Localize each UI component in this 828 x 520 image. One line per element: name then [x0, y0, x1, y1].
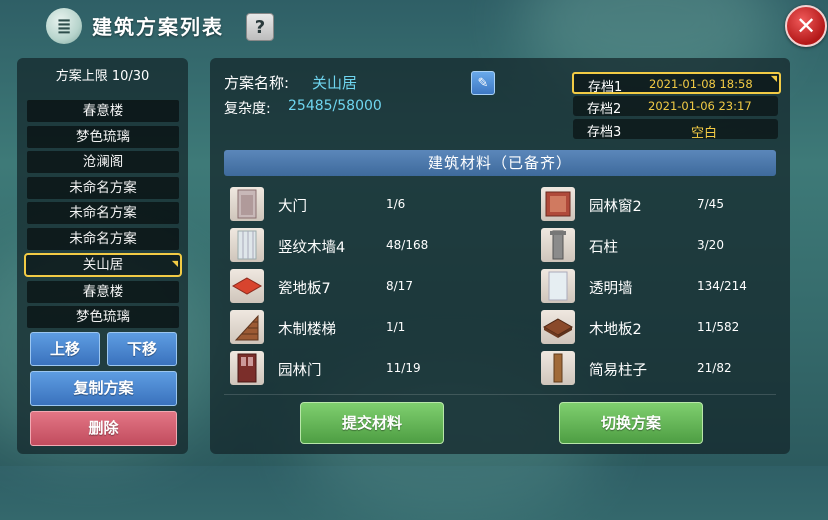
building-logo-icon: ≣ — [46, 8, 82, 44]
close-button[interactable]: ✕ — [785, 5, 827, 47]
glass-wall-icon — [541, 269, 575, 303]
plan-item[interactable]: 春意楼 — [27, 100, 179, 122]
material-item: 竖纹木墙4 48/168 — [230, 228, 490, 262]
copy-plan-button[interactable]: 复制方案 — [30, 371, 177, 406]
switch-plan-button[interactable]: 切换方案 — [559, 402, 703, 444]
help-button[interactable]: ? — [246, 13, 274, 41]
plan-item-selected[interactable]: 关山居 ◥ — [24, 253, 182, 277]
save-slot-2[interactable]: 存档2 2021-01-06 23:17 — [573, 96, 778, 117]
corner-flag-icon: ◥ — [171, 259, 178, 268]
delete-button[interactable]: 删除 — [30, 411, 177, 446]
page-title: 建筑方案列表 — [92, 15, 224, 39]
save-slot-3[interactable]: 存档3 空白 — [573, 119, 778, 141]
wooden-stairs-icon — [230, 310, 264, 344]
plan-name-value: 关山居 — [312, 74, 358, 92]
simple-pillar-icon — [541, 351, 575, 385]
plan-name-label: 方案名称: — [224, 74, 290, 92]
material-item: 园林门 11/19 — [230, 351, 490, 385]
complexity-label: 复杂度: — [224, 101, 271, 117]
material-item: 木制楼梯 1/1 — [230, 310, 490, 344]
title-bar: ≣ 建筑方案列表 ? ✕ — [0, 0, 828, 52]
move-down-button[interactable]: 下移 — [107, 332, 177, 366]
plan-item[interactable]: 沧澜阁 — [27, 151, 179, 173]
plan-item[interactable]: 春意楼 — [27, 280, 179, 303]
move-up-button[interactable]: 上移 — [30, 332, 100, 366]
garden-door-icon — [230, 351, 264, 385]
pencil-icon: ✎ — [477, 75, 489, 91]
material-item: 透明墙 134/214 — [541, 269, 801, 303]
plan-item[interactable]: 未命名方案 — [27, 202, 179, 224]
corner-flag-icon: ◥ — [770, 74, 777, 83]
material-item: 石柱 3/20 — [541, 228, 801, 262]
plan-item[interactable]: 未命名方案 — [27, 227, 179, 250]
window-icon — [541, 187, 575, 221]
plan-list: 春意楼 梦色琉璃 沧澜阁 未命名方案 未命名方案 未命名方案 关山居 ◥ 春意楼 … — [24, 100, 182, 332]
edit-name-button[interactable]: ✎ — [471, 71, 495, 95]
material-item: 木地板2 11/582 — [541, 310, 801, 344]
divider — [224, 394, 776, 395]
wood-floor-icon — [541, 310, 575, 344]
plan-item[interactable]: 梦色琉璃 — [27, 125, 179, 148]
plan-list-panel: 方案上限 10/30 春意楼 梦色琉璃 沧澜阁 未命名方案 未命名方案 未命名方… — [17, 58, 188, 454]
plan-detail-panel: 方案名称: 关山居 ✎ 复杂度: 25485/58000 存档1 2021-01… — [210, 58, 790, 454]
plan-item[interactable]: 未命名方案 — [27, 176, 179, 199]
save-slot-1[interactable]: 存档1 2021-01-08 18:58 ◥ — [572, 72, 781, 95]
tile-floor-icon — [230, 269, 264, 303]
material-item: 简易柱子 21/82 — [541, 351, 801, 385]
material-item: 瓷地板7 8/17 — [230, 269, 490, 303]
complexity-value: 25485/58000 — [288, 98, 382, 114]
plan-limit-text: 方案上限 10/30 — [55, 69, 150, 84]
materials-header: 建筑材料（已备齐） — [224, 150, 776, 176]
material-item: 大门 1/6 — [230, 187, 490, 221]
plan-item[interactable]: 梦色琉璃 — [27, 306, 179, 328]
stone-pillar-icon — [541, 228, 575, 262]
door-icon — [230, 187, 264, 221]
wood-wall-icon — [230, 228, 264, 262]
material-item: 园林窗2 7/45 — [541, 187, 801, 221]
submit-materials-button[interactable]: 提交材料 — [300, 402, 444, 444]
